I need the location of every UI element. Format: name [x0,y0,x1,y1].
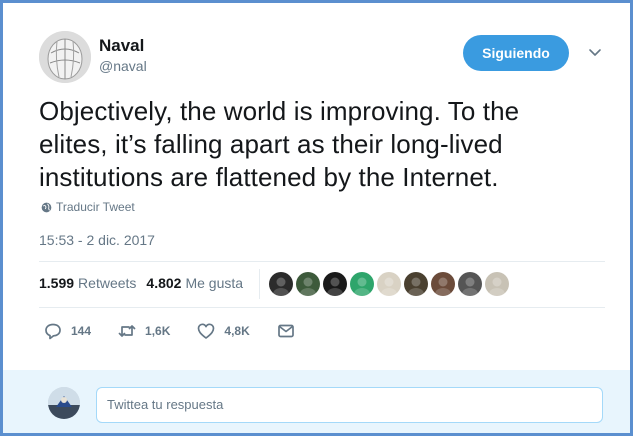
retweets-stat[interactable]: 1.599 Retweets [39,275,136,291]
tweet-text: Objectively, the world is improving. To … [39,95,599,194]
liker-avatar[interactable] [431,272,455,296]
translate-tweet-link[interactable]: Traducir Tweet [41,200,135,214]
tweet-text-line: elites, it’s falling apart as their long… [39,129,503,159]
author-handle[interactable]: @naval [99,58,147,74]
like-button[interactable]: 4,8K [196,321,250,341]
liker-avatar[interactable] [350,272,374,296]
liker-avatar[interactable] [296,272,320,296]
retweet-button[interactable]: 1,6K [117,321,170,341]
likes-stat[interactable]: 4.802 Me gusta [146,275,243,291]
following-button[interactable]: Siguiendo [463,35,569,71]
likes-count: 4.802 [146,275,182,291]
liker-avatar[interactable] [458,272,482,296]
divider [39,261,605,262]
likes-label: Me gusta [185,275,244,291]
current-user-avatar [48,387,80,419]
reply-button[interactable]: 144 [43,321,91,341]
heart-icon [198,323,215,339]
liker-avatar[interactable] [485,272,509,296]
tweet-text-line: Objectively, the world is improving. To … [39,96,520,126]
like-count: 4,8K [224,324,250,338]
globe-icon [41,202,52,212]
translate-label[interactable]: Traducir Tweet [56,200,135,214]
tweet-text-line: institutions are flattened by the Intern… [39,162,499,192]
divider [39,307,605,308]
tweet-timestamp[interactable]: 15:53 - 2 dic. 2017 [39,232,155,248]
liker-avatar[interactable] [404,272,428,296]
retweet-count: 1,6K [145,324,171,338]
author-avatar[interactable] [39,31,91,83]
retweet-icon [118,325,136,337]
reply-input[interactable]: Twittea tu respuesta [96,387,603,423]
liker-avatar[interactable] [269,272,293,296]
envelope-icon [277,324,294,338]
reply-icon [45,323,61,340]
liker-avatar[interactable] [323,272,347,296]
author-name[interactable]: Naval [99,36,144,56]
likers-avatars [269,272,509,296]
reply-count: 144 [71,324,92,338]
liker-avatar[interactable] [377,272,401,296]
retweets-count: 1.599 [39,275,75,291]
direct-message-button[interactable] [276,321,296,341]
retweets-label: Retweets [78,275,137,291]
stats-separator [259,269,260,299]
chevron-down-icon[interactable] [585,43,605,63]
tweet-window: Naval @naval Siguiendo Objectively, the … [0,0,633,436]
tweet-stats: 1.599 Retweets 4.802 Me gusta [39,275,243,291]
tweet-actions: 144 1,6K 4,8K [43,321,322,341]
